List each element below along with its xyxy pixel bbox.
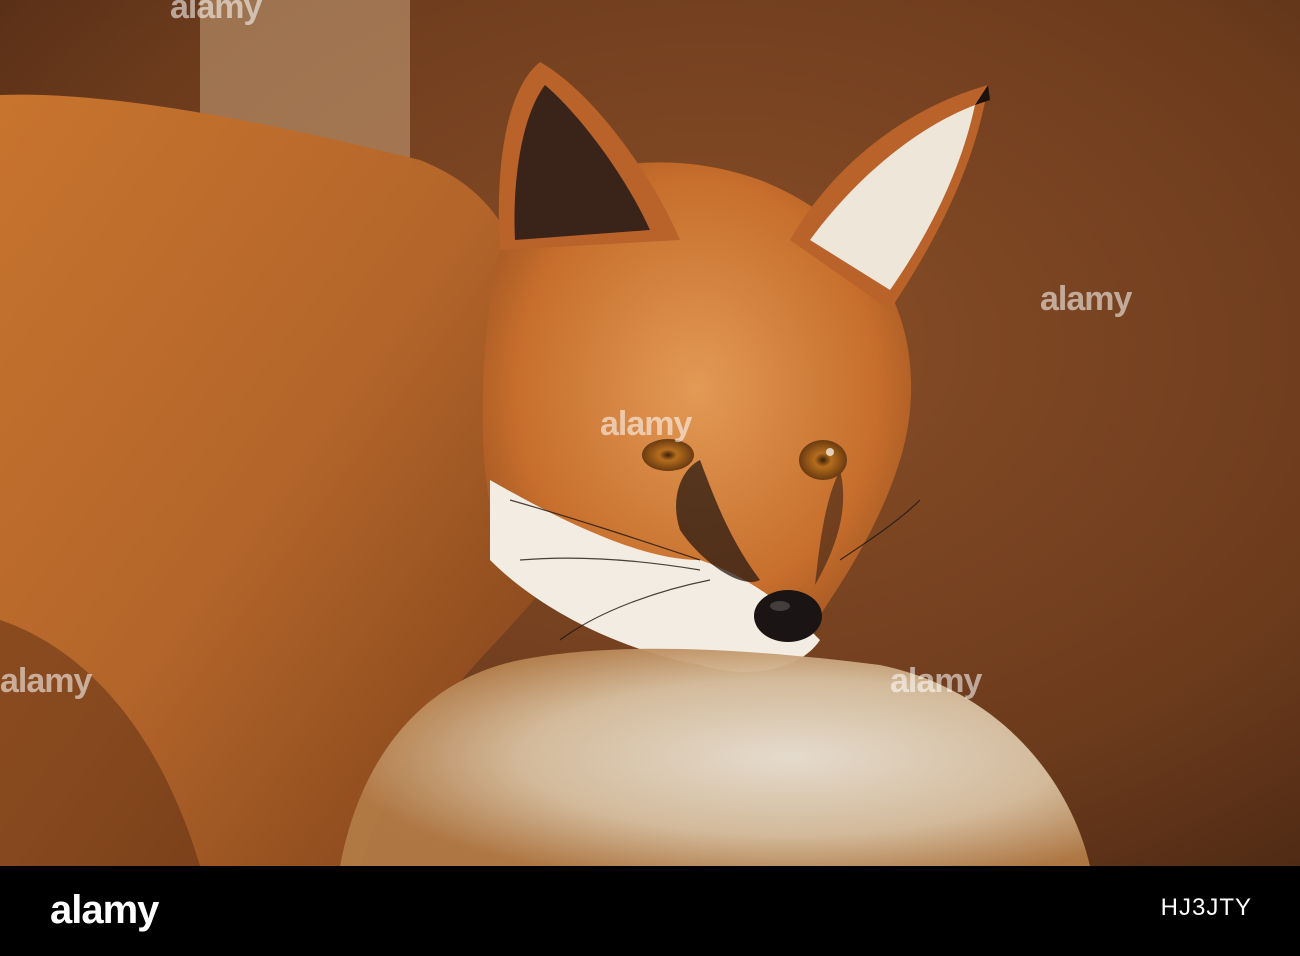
fox-photo [0,0,1300,866]
fox-eye-highlight [826,448,834,456]
photo: alamy alamy alamy alamy alamy [0,0,1300,866]
fox-nose-highlight [770,601,790,611]
image-id: HJ3JTY [1160,894,1252,921]
fox-left-eye [642,439,694,471]
footer-bar: alamy HJ3JTY [0,866,1300,956]
fox-nose [754,590,822,642]
brand-logo: alamy [50,888,159,932]
fox-right-eye [799,440,847,480]
